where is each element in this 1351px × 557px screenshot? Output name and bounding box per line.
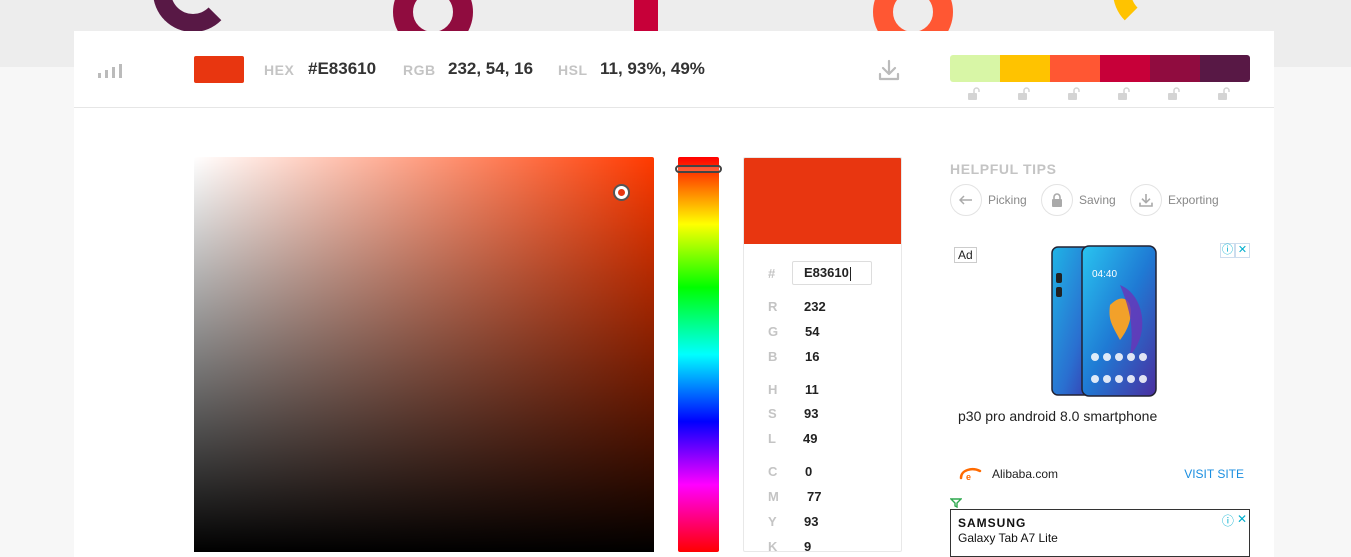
rgb-label: RGB [403,62,436,78]
palette-lock[interactable] [1000,87,1050,101]
ad-choices[interactable]: ⓘ ✕ [1220,243,1250,258]
hsl-label: HSL [558,62,588,78]
h-value[interactable]: 11 [805,382,819,397]
ad2-brand: SAMSUNG [958,516,1027,530]
b-label: B [768,349,778,364]
decor-ring-purple [153,0,233,32]
s-value[interactable]: 93 [804,406,818,421]
visit-site-link[interactable]: VISIT SITE [1184,467,1244,481]
tip-saving-label: Saving [1079,193,1116,207]
saturation-value-area[interactable] [194,157,654,552]
ad-banner-samsung[interactable]: SAMSUNG Galaxy Tab A7 Lite ⓘ ✕ [950,509,1250,557]
k-value[interactable]: 9 [804,539,811,551]
svg-text:04:40: 04:40 [1092,269,1117,280]
hash-label: # [768,266,776,281]
unlock-icon[interactable] [1017,87,1031,100]
ad-brand: Alibaba.com [992,467,1059,481]
color-preview [744,158,901,244]
palette-swatch[interactable] [1050,55,1100,82]
palette-swatch[interactable] [1200,55,1250,82]
palette-lock[interactable] [1100,87,1150,101]
ad-info-icon[interactable]: ⓘ [1220,243,1235,258]
hex-input[interactable]: E83610 [792,261,872,285]
hue-slider-handle[interactable] [675,165,722,173]
g-label: G [768,324,779,339]
download-icon[interactable] [877,58,901,82]
palette-swatch[interactable] [950,55,1000,82]
palette-lock[interactable] [1050,87,1100,101]
ad-banner[interactable]: Ad ⓘ ✕ 04:40 p30 pro android 8.0 smartph… [950,242,1250,497]
c-label: C [768,464,778,479]
palette-swatch[interactable] [1100,55,1150,82]
color-values-panel: # E83610 R 232 G 54 B 16 H 11 S 93 L 49 … [743,157,902,552]
svg-text:e: e [966,472,971,482]
s-label: S [768,406,777,421]
hex-value[interactable]: #E83610 [308,59,376,79]
g-value[interactable]: 54 [805,324,819,339]
header-bar: HEX #E83610 RGB 232, 54, 16 HSL 11, 93%,… [74,31,1274,108]
ad2-choices[interactable]: ⓘ ✕ [1222,512,1247,529]
y-label: Y [768,514,777,529]
m-value[interactable]: 77 [807,489,821,504]
k-label: K [768,539,778,552]
hsl-value[interactable]: 11, 93%, 49% [600,59,705,79]
unlock-icon[interactable] [967,87,981,100]
current-color-swatch [194,56,244,83]
arrow-left-icon [959,195,972,205]
b-value[interactable]: 16 [805,349,819,364]
tip-saving[interactable]: Saving [1041,184,1116,216]
palette-strip [950,55,1250,82]
r-value[interactable]: 232 [804,299,826,314]
ad2-close-icon[interactable]: ✕ [1237,512,1247,529]
decor-ring-yellow [1113,0,1193,32]
r-label: R [768,299,778,314]
ad-marker-icon [950,498,962,508]
l-value[interactable]: 49 [803,431,817,446]
ad-badge: Ad [954,247,977,263]
palette-locks [950,87,1250,101]
palette-lock[interactable] [1200,87,1250,101]
m-label: M [768,489,779,504]
y-value[interactable]: 93 [804,514,818,529]
unlock-icon[interactable] [1067,87,1081,100]
decor-bar-crimson [634,0,658,32]
bars-menu-icon[interactable] [98,64,124,78]
ad-title[interactable]: p30 pro android 8.0 smartphone [958,408,1157,424]
unlock-icon[interactable] [1167,87,1181,100]
unlock-icon[interactable] [1217,87,1231,100]
sv-picker-cursor[interactable] [613,184,630,201]
palette-lock[interactable] [950,87,1000,101]
h-label: H [768,382,778,397]
tip-picking-label: Picking [988,193,1027,207]
helpful-tips-title: HELPFUL TIPS [950,161,1057,177]
rgb-value[interactable]: 232, 54, 16 [448,59,533,79]
hex-label: HEX [264,62,295,78]
palette-lock[interactable] [1150,87,1200,101]
palette-swatch[interactable] [1000,55,1050,82]
lock-icon [1052,193,1062,207]
alibaba-logo-icon: e [959,468,982,482]
ad2-product: Galaxy Tab A7 Lite [958,531,1058,545]
ad-close-icon[interactable]: ✕ [1235,243,1250,258]
unlock-icon[interactable] [1117,87,1131,100]
tip-exporting-label: Exporting [1168,193,1219,207]
download-icon [1139,194,1153,207]
hue-slider[interactable] [675,157,722,552]
tip-exporting[interactable]: Exporting [1130,184,1219,216]
tip-picking[interactable]: Picking [950,184,1027,216]
ad2-info-icon[interactable]: ⓘ [1222,512,1234,529]
color-picker-card: HEX #E83610 RGB 232, 54, 16 HSL 11, 93%,… [74,31,1274,557]
c-value[interactable]: 0 [805,464,812,479]
l-label: L [768,431,776,446]
palette-swatch[interactable] [1150,55,1200,82]
phone-image: 04:40 [1051,245,1157,397]
